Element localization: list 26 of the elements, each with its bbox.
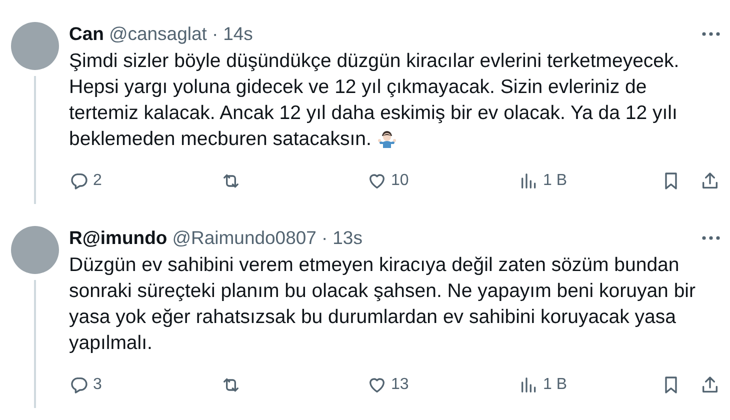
speech-bubble-icon xyxy=(69,375,89,395)
share-icon xyxy=(700,375,720,395)
heart-icon xyxy=(367,375,387,395)
separator-dot: · xyxy=(321,227,328,249)
post-text: Düzgün ev sahibini verem etmeyen kiracıya değil zaten sözüm bundan sonraki süreçteki planım bu olacak şahsen. Ne yapayım beni koruyan bir yasa yok eğer rahatsızsak bu durumlardan ev sahibini koruyacak yasa yapılmalı. xyxy=(69,254,696,354)
post-text: Şimdi sizler böyle düşündükçe düzgün kiracılar evlerini terketmeyecek. Hepsi yargı yoluna gidecek ve 12 yıl çıkmayacak. Sizin evleriniz de tertemiz kalacak. Ancak 12 yıl daha eskimiş bir ev olacak. Ya da 12 yılı beklemeden mecburen satacaksın. xyxy=(69,50,680,150)
separator-dot: · xyxy=(212,23,218,45)
speech-bubble-icon xyxy=(69,171,89,191)
user-handle[interactable]: @cansaglat xyxy=(108,23,207,45)
user-name[interactable]: R@imundo xyxy=(69,227,168,249)
more-icon[interactable] xyxy=(702,236,720,240)
share-icon xyxy=(700,171,720,191)
views-button[interactable]: 1 B xyxy=(519,375,568,395)
share-button[interactable] xyxy=(700,171,720,191)
reply-button[interactable]: 2 xyxy=(69,171,102,191)
post-time[interactable]: 13s xyxy=(332,227,362,249)
heart-icon xyxy=(367,171,387,191)
user-name[interactable]: Can xyxy=(69,23,104,45)
share-button[interactable] xyxy=(700,375,720,395)
user-handle[interactable]: @Raimundo0807 xyxy=(172,227,316,249)
post-time[interactable]: 14s xyxy=(223,23,253,45)
more-icon[interactable] xyxy=(702,32,720,36)
views-button[interactable]: 1 B xyxy=(519,171,568,191)
like-button[interactable]: 10 xyxy=(367,171,409,191)
like-button[interactable]: 13 xyxy=(367,375,409,395)
reply-button[interactable]: 3 xyxy=(69,375,102,395)
